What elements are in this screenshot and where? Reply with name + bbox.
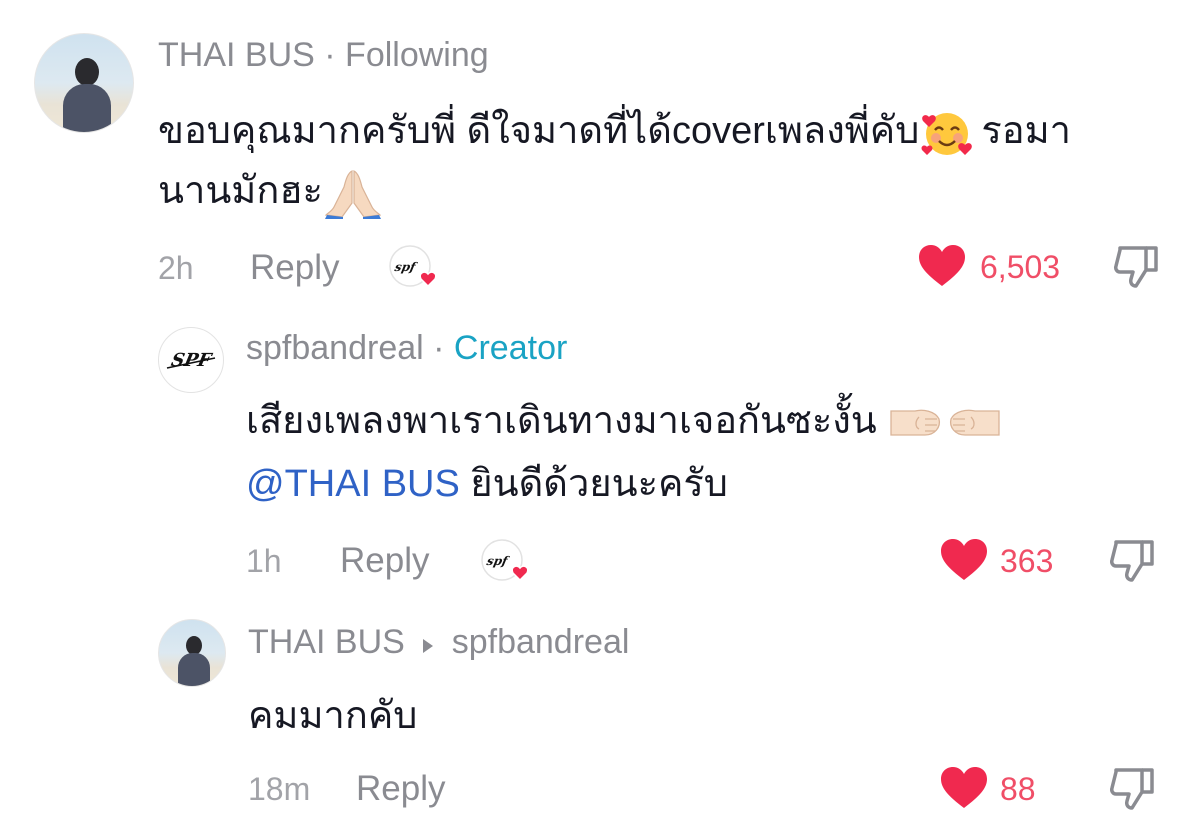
comment-time: 2h [158,250,194,286]
comment-text: @THAI BUS ยินดีด้วยนะครับ [246,456,728,512]
heart-icon[interactable] [940,766,988,810]
like-count: 363 [1000,543,1054,579]
logo-text: SPF [169,350,214,371]
heart-icon[interactable] [918,244,966,288]
avatar[interactable]: SPF [158,327,224,393]
thumbs-down-icon[interactable] [1108,536,1156,584]
comment-meta: spfbandreal · Creator [246,331,567,365]
like-count: 6,503 [980,249,1061,285]
thumbs-down-icon[interactable] [1108,764,1156,812]
reply-button[interactable]: Reply [250,250,339,285]
comment-time: 1h [246,543,282,579]
comment-text-line: รอมา [981,110,1071,152]
right-facing-fist-icon [947,401,1001,445]
heart-icon[interactable] [940,538,988,582]
creator-badge: Creator [453,329,568,367]
comment-text: นานมักฮะ [158,163,382,219]
folded-hands-icon [324,167,382,219]
username[interactable]: THAI BUS [248,623,405,661]
reply-button[interactable]: Reply [340,543,429,578]
comment-time: 18m [248,771,311,807]
comment-text: เสียงเพลงพาเราเดินทางมาเจอกันซะงั้น [246,393,1001,449]
comment-text-line: คมมากคับ [248,695,418,737]
thumbs-down-icon[interactable] [1112,242,1160,290]
like-count: 88 [1000,771,1036,807]
triangle-right-icon [418,631,438,657]
avatar[interactable] [34,33,134,133]
reply-to-username[interactable]: spfbandreal [452,623,630,661]
username[interactable]: spfbandreal [246,329,424,367]
comment-text-line: ขอบคุณมากครับพี่ ดีใจมาดที่ได้coverเพลงพ… [158,110,920,152]
following-status: Following [345,36,489,74]
creator-liked-badge-icon: spf [388,244,440,292]
left-facing-fist-icon [889,401,943,445]
comment-meta: THAI BUS spfbandreal [248,625,629,659]
avatar[interactable] [158,619,226,687]
smiling-face-with-hearts-icon [921,107,973,159]
comment-text: ขอบคุณมากครับพี่ ดีใจมาดที่ได้coverเพลงพ… [158,103,1071,159]
comment-text-line: นานมักฮะ [158,170,323,212]
separator-dot: · [433,329,445,367]
comment-meta: THAI BUS · Following [158,38,489,72]
separator-dot: · [324,36,336,74]
comment-text: คมมากคับ [248,688,417,744]
comment-text-line: เสียงเพลงพาเราเดินทางมาเจอกันซะงั้น [246,400,877,442]
reply-button[interactable]: Reply [356,771,445,806]
comment-text-line: ยินดีด้วยนะครับ [470,463,728,505]
mention-link[interactable]: @THAI BUS [246,463,460,505]
username[interactable]: THAI BUS [158,36,315,74]
creator-liked-badge-icon: spf [480,538,532,586]
